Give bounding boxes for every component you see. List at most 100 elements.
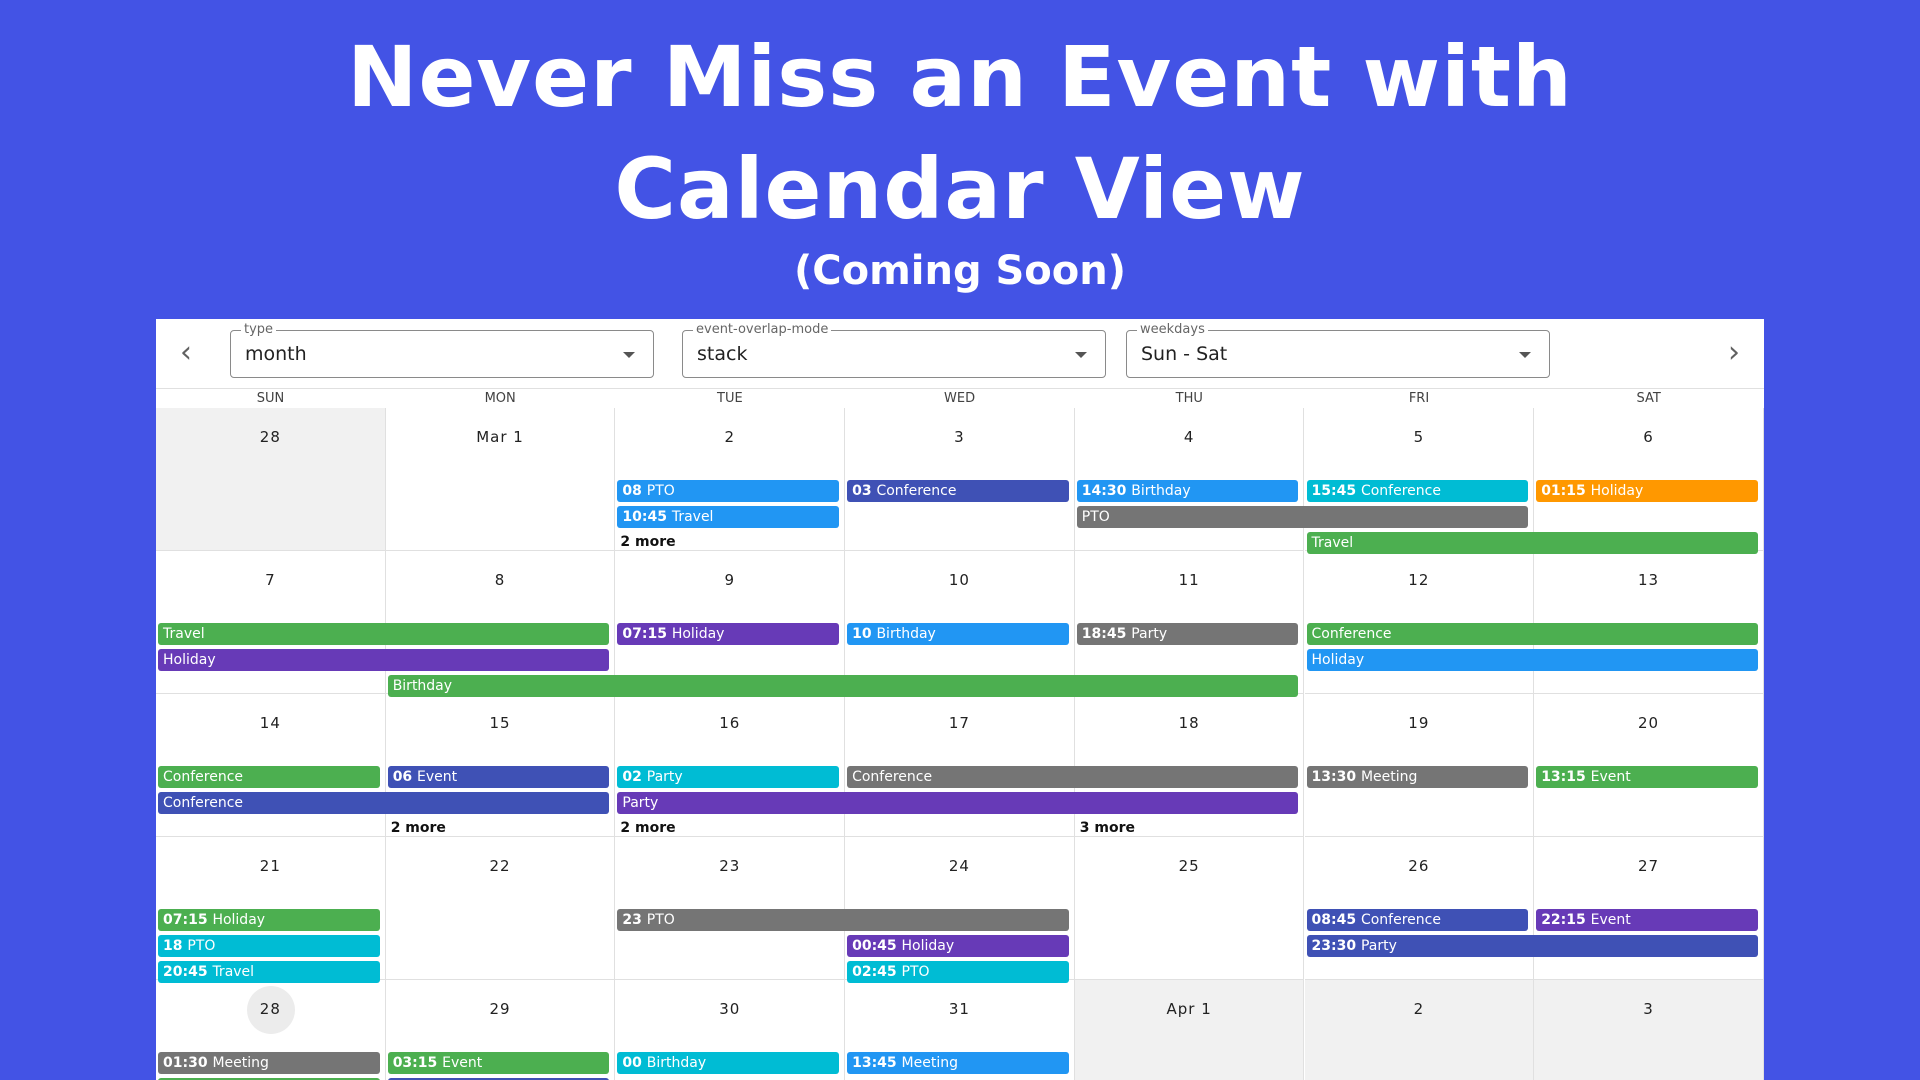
more-events-link[interactable]: 2 more — [620, 818, 675, 838]
calendar-event[interactable]: Travel — [1306, 532, 1758, 554]
more-events-link[interactable]: 3 more — [1080, 818, 1135, 838]
event-title: Holiday — [901, 938, 955, 954]
day-number[interactable]: 3 — [845, 428, 1074, 446]
day-number[interactable]: 13 — [1534, 571, 1763, 589]
calendar-event[interactable]: 08:45 Conference — [1306, 909, 1529, 931]
event-time: 08:45 — [1311, 912, 1361, 928]
day-number[interactable]: 17 — [845, 714, 1074, 732]
calendar-event[interactable]: Conference — [158, 792, 610, 814]
day-number[interactable]: 4 — [1075, 428, 1304, 446]
calendar-event[interactable]: 13:15 Event — [1536, 766, 1758, 788]
day-number[interactable]: 9 — [615, 571, 844, 589]
calendar-event[interactable]: 10:45 Travel — [617, 506, 840, 528]
calendar-event[interactable]: 03:15 Event — [387, 1052, 610, 1074]
calendar-event[interactable]: 01:15 Holiday — [1536, 480, 1758, 502]
day-number[interactable]: 28 — [156, 1000, 385, 1018]
day-cell[interactable]: Mar 1 — [385, 408, 616, 551]
more-events-link[interactable]: 2 more — [620, 532, 675, 552]
day-number[interactable]: 12 — [1305, 571, 1534, 589]
day-number[interactable]: 23 — [615, 857, 844, 875]
day-cell[interactable]: 28 — [156, 408, 386, 551]
event-overlap-mode-select[interactable]: event-overlap-mode stack — [682, 322, 1106, 378]
event-time: 20:45 — [163, 964, 213, 980]
event-time: 08 — [622, 483, 647, 499]
calendar-event[interactable]: 02:45 PTO — [847, 961, 1069, 983]
day-number[interactable]: 11 — [1075, 571, 1304, 589]
day-number[interactable]: 2 — [1305, 1000, 1534, 1018]
calendar-event[interactable]: 22:15 Event — [1536, 909, 1758, 931]
calendar-event[interactable]: Travel — [158, 623, 610, 645]
chevron-right-icon[interactable]: › — [1716, 336, 1752, 372]
calendar-event[interactable]: 15:45 Conference — [1306, 480, 1529, 502]
calendar-event[interactable]: 01:30 Meeting — [158, 1052, 380, 1074]
day-number[interactable]: 18 — [1075, 714, 1304, 732]
calendar-event[interactable]: Party — [617, 792, 1299, 814]
weekday-header-tue: TUE — [717, 391, 743, 406]
weekdays-select[interactable]: weekdays Sun - Sat — [1126, 322, 1550, 378]
calendar-event[interactable]: 00 Birthday — [617, 1052, 840, 1074]
day-number[interactable]: 25 — [1075, 857, 1304, 875]
calendar-event[interactable]: Birthday — [387, 675, 1299, 697]
calendar-event[interactable]: 03 Conference — [847, 480, 1069, 502]
day-number[interactable]: 22 — [386, 857, 615, 875]
day-number[interactable]: 26 — [1305, 857, 1534, 875]
event-time: 22:15 — [1541, 912, 1591, 928]
day-number[interactable]: 24 — [845, 857, 1074, 875]
chevron-left-icon[interactable]: ‹ — [168, 336, 204, 372]
day-number[interactable]: 7 — [156, 571, 385, 589]
day-number[interactable]: 31 — [845, 1000, 1074, 1018]
day-number[interactable]: 10 — [845, 571, 1074, 589]
calendar-event[interactable]: 06 Event — [387, 766, 610, 788]
calendar-event[interactable]: 23 PTO — [617, 909, 1069, 931]
type-select[interactable]: type month — [230, 322, 654, 378]
event-time: 23:30 — [1311, 938, 1361, 954]
calendar-event[interactable]: 07:15 Holiday — [617, 623, 840, 645]
calendar-event[interactable]: Holiday — [1306, 649, 1758, 671]
day-number[interactable]: 27 — [1534, 857, 1763, 875]
calendar-event[interactable]: 20:45 Travel — [158, 961, 380, 983]
day-number[interactable]: 6 — [1534, 428, 1763, 446]
calendar-event[interactable]: 10 Birthday — [847, 623, 1069, 645]
calendar-event[interactable]: 02 Party — [617, 766, 840, 788]
day-number[interactable]: 28 — [156, 428, 385, 446]
calendar-toolbar: ‹ type month event-overlap-mode stack we… — [156, 319, 1764, 388]
calendar-event[interactable]: Conference — [847, 766, 1299, 788]
day-cell[interactable]: 3 — [1534, 980, 1764, 1080]
event-title: Conference — [852, 769, 933, 785]
calendar-event[interactable]: 13:45 Meeting — [847, 1052, 1069, 1074]
day-number[interactable]: 19 — [1305, 714, 1534, 732]
day-cell[interactable]: 25 — [1074, 837, 1305, 980]
day-number[interactable]: 20 — [1534, 714, 1763, 732]
event-title: Holiday — [671, 626, 725, 642]
day-number[interactable]: 21 — [156, 857, 385, 875]
day-number[interactable]: Apr 1 — [1075, 1000, 1304, 1018]
day-cell[interactable]: Apr 1 — [1074, 980, 1305, 1080]
calendar-event[interactable]: 07:15 Holiday — [158, 909, 380, 931]
day-number[interactable]: 3 — [1534, 1000, 1763, 1018]
day-number[interactable]: 14 — [156, 714, 385, 732]
calendar-event[interactable]: 08 PTO — [617, 480, 840, 502]
calendar-event[interactable]: Holiday — [158, 649, 610, 671]
day-number[interactable]: 15 — [386, 714, 615, 732]
calendar-event[interactable]: 13:30 Meeting — [1306, 766, 1529, 788]
day-cell[interactable]: 2 — [1304, 980, 1535, 1080]
more-events-link[interactable]: 2 more — [391, 818, 446, 838]
calendar-event[interactable]: PTO — [1076, 506, 1529, 528]
day-number[interactable]: 29 — [386, 1000, 615, 1018]
day-number[interactable]: 2 — [615, 428, 844, 446]
weekday-header-mon: MON — [484, 391, 516, 406]
calendar-event[interactable]: Conference — [158, 766, 380, 788]
calendar-event[interactable]: Conference — [1306, 623, 1758, 645]
calendar-event[interactable]: 18 PTO — [158, 935, 380, 957]
calendar-event[interactable]: 23:30 Party — [1306, 935, 1758, 957]
calendar-event[interactable]: 14:30 Birthday — [1076, 480, 1299, 502]
day-number[interactable]: 16 — [615, 714, 844, 732]
day-number[interactable]: 8 — [386, 571, 615, 589]
day-number[interactable]: 5 — [1305, 428, 1534, 446]
weekday-header-sat: SAT — [1636, 391, 1661, 406]
day-number[interactable]: 30 — [615, 1000, 844, 1018]
day-number[interactable]: Mar 1 — [386, 428, 615, 446]
day-cell[interactable]: 22 — [385, 837, 616, 980]
calendar-event[interactable]: 18:45 Party — [1076, 623, 1299, 645]
calendar-event[interactable]: 00:45 Holiday — [847, 935, 1069, 957]
